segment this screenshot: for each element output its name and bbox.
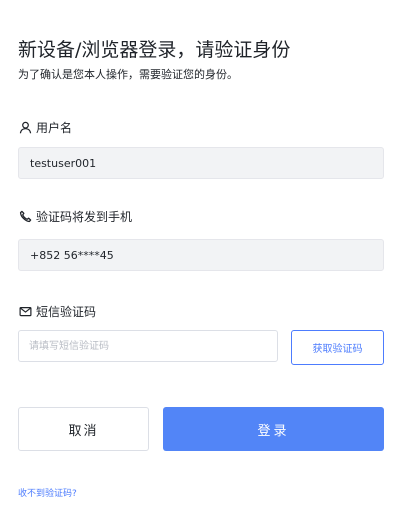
phone-field: +852 56****45: [18, 239, 384, 271]
username-label: 用户名: [18, 118, 72, 136]
login-button[interactable]: 登录: [163, 407, 384, 451]
phone-icon: [18, 209, 32, 223]
sms-code-input[interactable]: [18, 330, 278, 362]
no-code-link[interactable]: 收不到验证码?: [18, 488, 77, 500]
sms-code-label-text: 短信验证码: [36, 304, 97, 319]
phone-label: 验证码将发到手机: [18, 207, 132, 225]
page-title: 新设备/浏览器登录，请验证身份: [18, 39, 291, 61]
username-label-text: 用户名: [36, 120, 73, 135]
get-code-button[interactable]: 获取验证码: [291, 330, 384, 365]
message-icon: [18, 304, 32, 318]
phone-value: +852 56****45: [30, 248, 114, 262]
verification-page: 新设备/浏览器登录，请验证身份 为了确认是您本人操作，需要验证您的身份。 用户名…: [18, 0, 384, 527]
page-subtitle: 为了确认是您本人操作，需要验证您的身份。: [18, 68, 238, 81]
username-value: testuser001: [30, 156, 97, 170]
username-field: testuser001: [18, 147, 384, 179]
user-icon: [18, 120, 32, 134]
cancel-button[interactable]: 取消: [18, 407, 149, 451]
phone-label-text: 验证码将发到手机: [36, 209, 133, 224]
sms-code-label: 短信验证码: [18, 302, 96, 320]
